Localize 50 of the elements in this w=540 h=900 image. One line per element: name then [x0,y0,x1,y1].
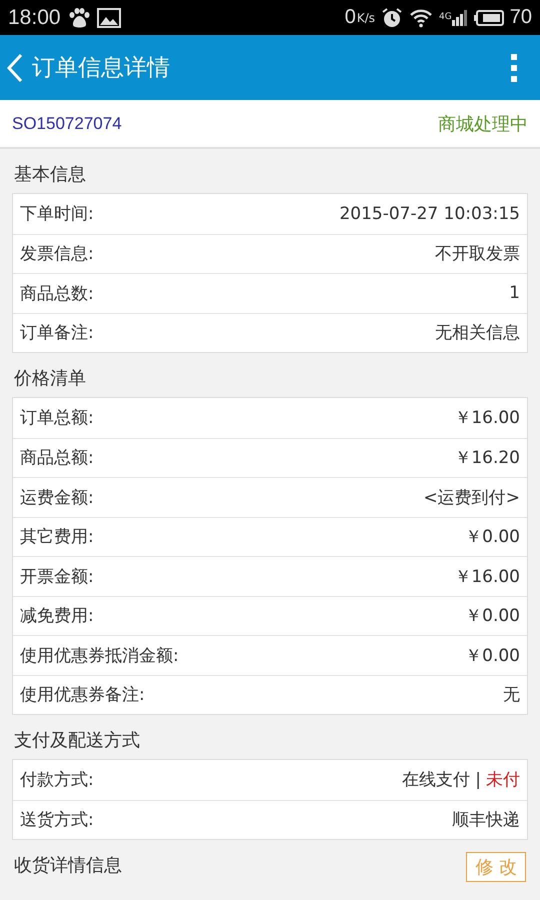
image-icon [96,8,121,28]
row-label: 送货方式: [20,809,94,832]
row-value: 无 [503,685,520,706]
row-value: ￥16.00 [454,566,520,587]
battery-level: 70 [510,6,532,29]
row-value: 在线支付 | [402,770,481,790]
row-value: ￥0.00 [465,527,520,548]
screen-title: 订单信息详情 [32,54,171,83]
row-value: 顺丰快递 [452,810,520,830]
row-label: 其它费用: [20,526,94,548]
order-status: 商城处理中 [438,112,528,136]
section-title: 收货详情信息 [14,854,122,877]
back-button[interactable] [6,52,24,82]
alarm-clock-icon [381,6,404,28]
row-value: 不开取发票 [435,244,520,264]
row-value: 无相关信息 [435,323,520,344]
row-label: 付款方式: [20,769,94,792]
battery-icon [474,10,504,26]
signal-icon [452,10,468,26]
payment-status: 未付 [486,770,520,790]
section-title: 支付及配送方式 [14,729,140,752]
row-label: 开票金额: [20,566,94,588]
row-value: 2015-07-27 10:03:15 [339,204,520,224]
row-label: 下单时间: [20,203,94,226]
row-value: ￥0.00 [465,606,520,626]
section-title: 价格清单 [14,367,86,390]
edit-button[interactable]: 修 改 [466,852,526,882]
row-label: 使用优惠券备注: [20,684,145,706]
speed-text: 0 [344,6,356,29]
row-label: 订单备注: [20,322,94,344]
row-label: 使用优惠券抵消金额: [20,644,179,667]
section-title: 基本信息 [14,163,86,186]
more-menu-button[interactable] [510,52,518,82]
row-label: 运费金额: [20,486,94,509]
row-label: 商品总数: [20,282,94,305]
wifi-icon [409,8,434,28]
row-label: 发票信息: [20,243,94,266]
paw-icon [66,6,91,28]
row-value: <运费到付> [424,488,520,508]
row-value: 1 [509,283,520,304]
row-value: ￥16.20 [454,448,520,468]
network-label: 4G [439,12,452,22]
row-label: 订单总额: [20,407,94,430]
order-number: SO150727074 [12,114,122,134]
row-value: ￥0.00 [465,646,520,666]
speed-unit: K/s [356,10,376,24]
row-label: 减免费用: [20,605,94,628]
clock-time: 18:00 [8,6,61,30]
row-value: ￥16.00 [454,408,520,428]
row-label: 商品总额: [20,447,94,470]
